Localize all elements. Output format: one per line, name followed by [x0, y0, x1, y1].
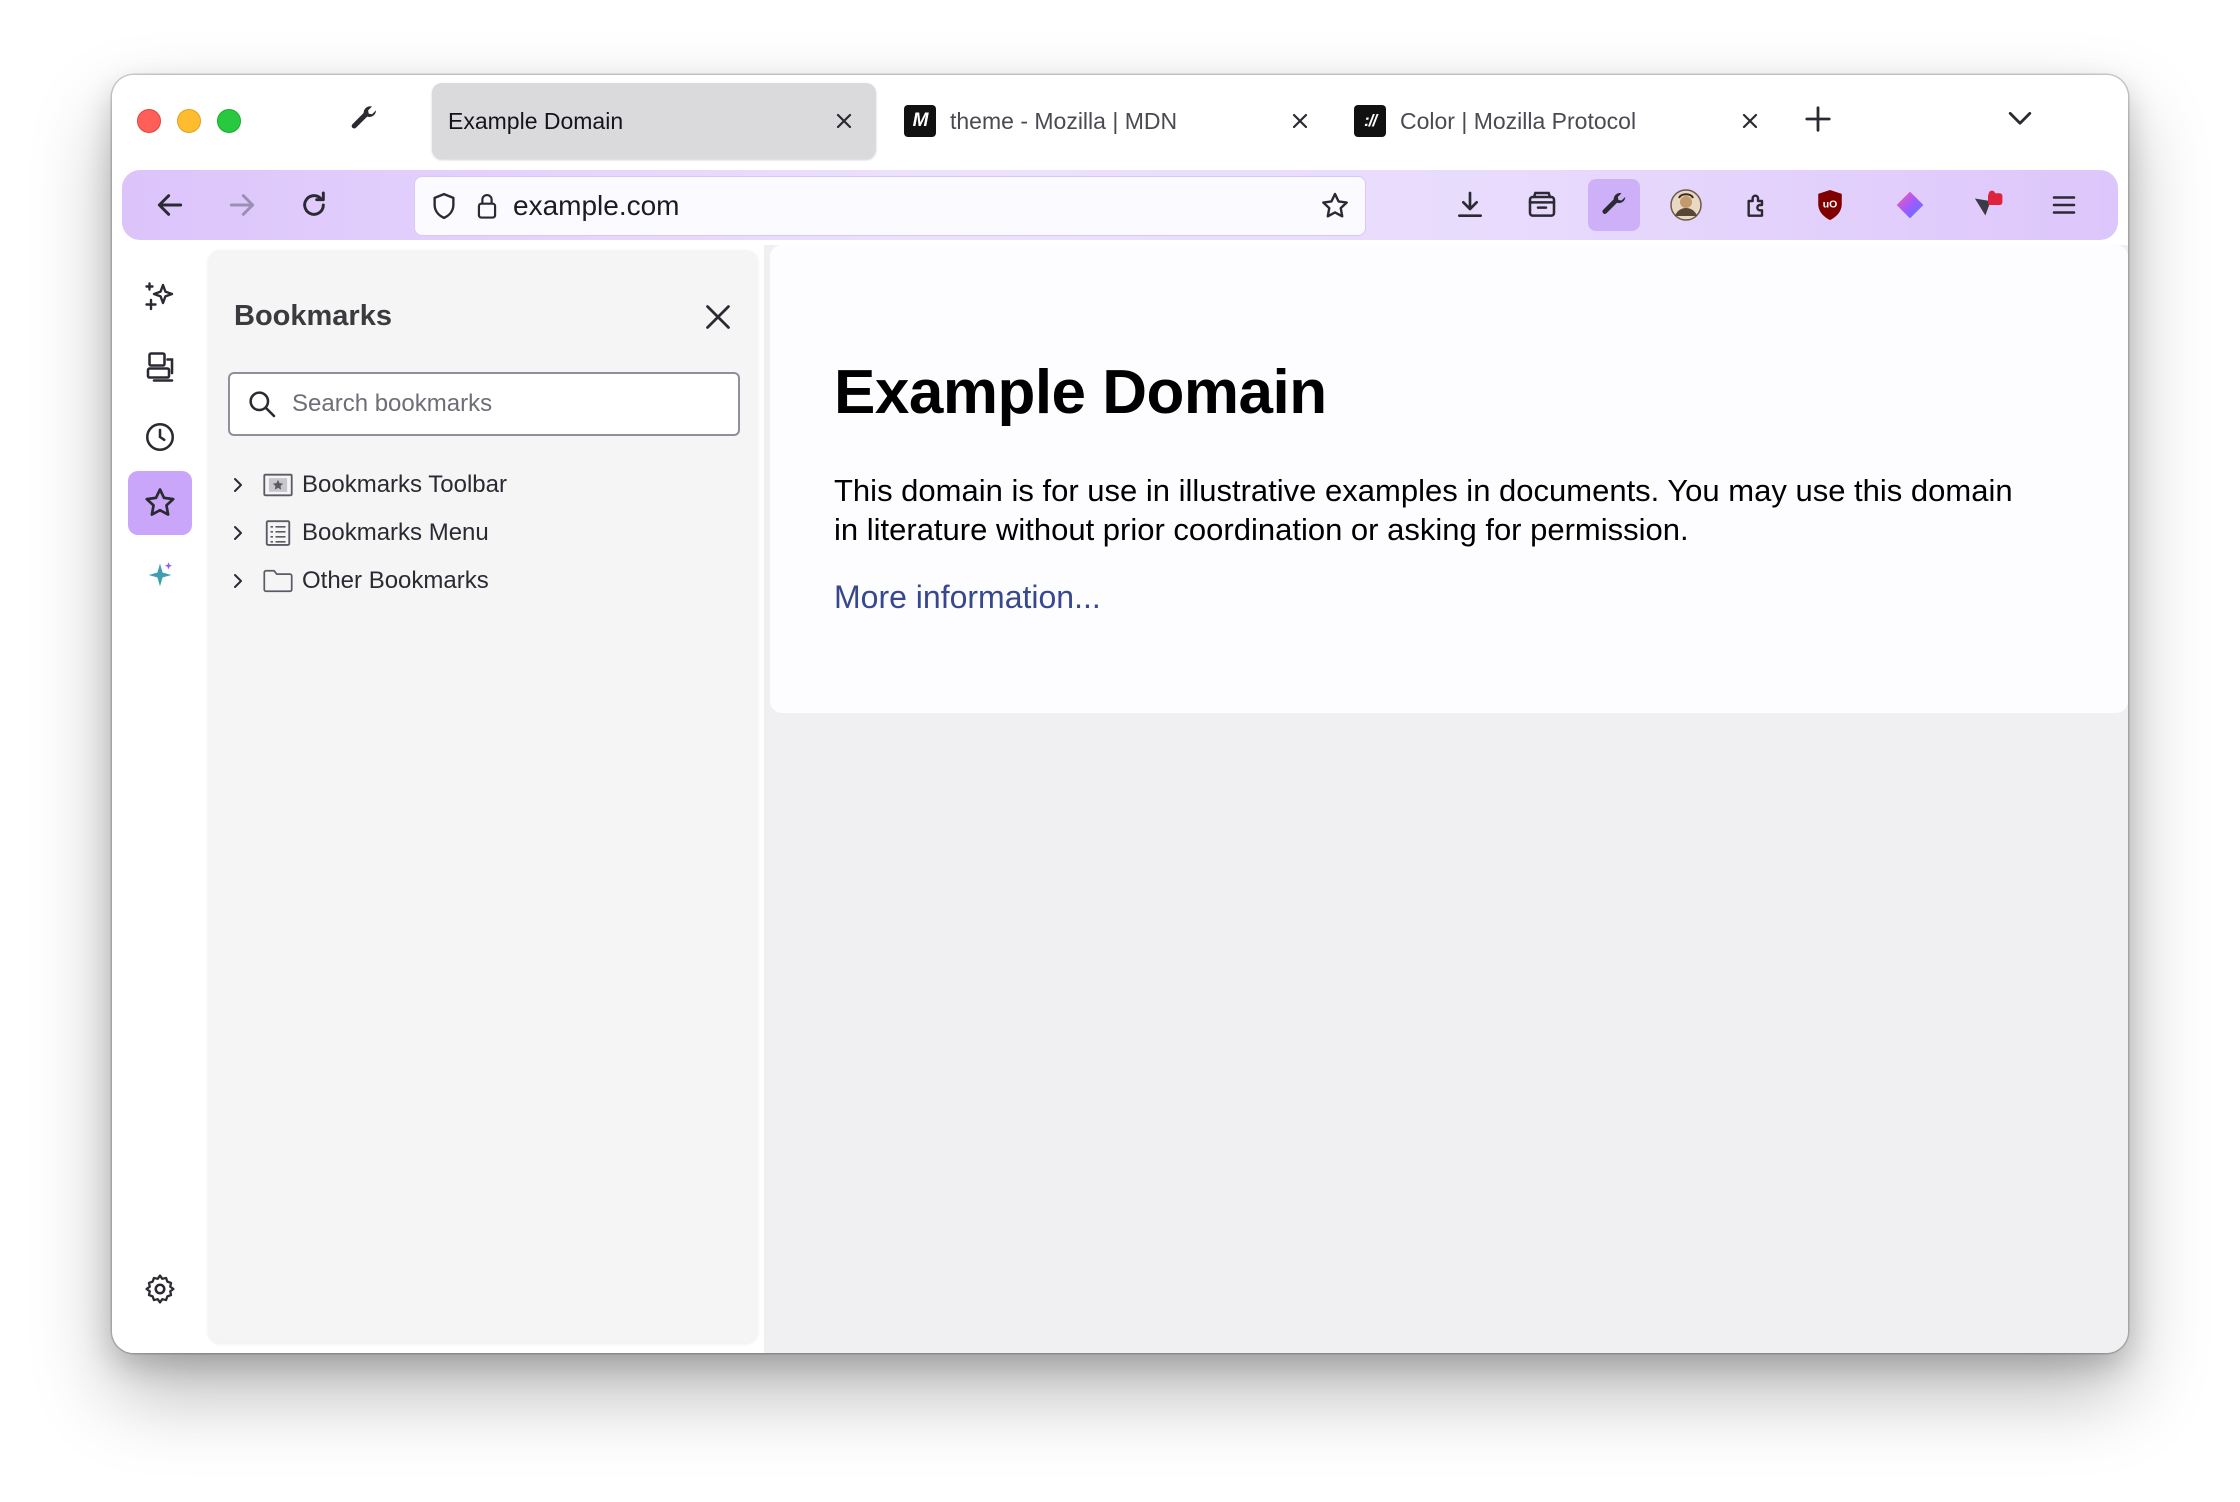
page-heading: Example Domain [834, 358, 1327, 427]
bookmark-folder-label: Bookmarks Toolbar [302, 471, 507, 498]
bookmarks-toolbar-icon [262, 471, 294, 499]
shield-icon[interactable] [429, 191, 459, 221]
search-input[interactable] [292, 390, 738, 418]
ublock-shield-icon[interactable]: uO [1804, 179, 1856, 231]
tab-mdn-theme[interactable]: M theme - Mozilla | MDN [888, 83, 1332, 159]
zoom-window-button[interactable] [217, 109, 241, 133]
close-tab-icon[interactable] [830, 107, 858, 135]
archive-box-icon[interactable] [1516, 179, 1568, 231]
chevron-right-icon[interactable] [226, 475, 250, 495]
close-icon[interactable] [696, 295, 740, 339]
bookmarks-sidebar-panel: Bookmarks Bookmarks Toolbar [208, 250, 758, 1343]
chevron-right-icon[interactable] [226, 571, 250, 591]
tab-example-domain[interactable]: Example Domain [432, 83, 876, 159]
content-area: Example Domain This domain is for use in… [764, 245, 2128, 1353]
hamburger-menu-icon[interactable] [2038, 179, 2090, 231]
tab-title: Example Domain [448, 107, 624, 134]
bookmark-folder-label: Other Bookmarks [302, 567, 489, 594]
svg-text:uO: uO [1823, 200, 1838, 211]
mdn-favicon: M [904, 105, 936, 137]
more-information-link[interactable]: More information... [834, 579, 1101, 616]
protocol-favicon: :// [1354, 105, 1386, 137]
account-avatar-icon[interactable] [1660, 179, 1712, 231]
gradient-diamond-icon[interactable] [1884, 179, 1936, 231]
close-tab-icon[interactable] [1286, 107, 1314, 135]
chevron-down-icon[interactable] [1994, 93, 2046, 145]
lock-icon[interactable] [473, 191, 501, 221]
tab-mozilla-protocol[interactable]: :// Color | Mozilla Protocol [1338, 83, 1782, 159]
plus-icon[interactable] [1792, 93, 1844, 145]
reload-icon[interactable] [288, 179, 340, 231]
web-page: Example Domain This domain is for use in… [770, 245, 2128, 713]
wrench-icon[interactable] [1588, 179, 1640, 231]
bookmarks-star-icon[interactable] [128, 471, 192, 535]
bookmark-folder-other[interactable]: Other Bookmarks [226, 559, 489, 603]
url-text[interactable]: example.com [513, 190, 1319, 222]
page-body-text: This domain is for use in illustrative e… [834, 473, 2013, 547]
sidebar-launcher [112, 245, 208, 1353]
navigation-toolbar: example.com uO [122, 170, 2118, 240]
synced-tabs-icon[interactable] [128, 335, 192, 399]
back-arrow-icon[interactable] [144, 179, 196, 231]
tab-strip: Example Domain M theme - Mozilla | MDN :… [112, 75, 2128, 165]
bookmarks-menu-icon [262, 518, 294, 548]
heart-notification-icon[interactable] [1962, 179, 2014, 231]
tab-title: theme - Mozilla | MDN [950, 107, 1178, 134]
bookmark-star-icon[interactable] [1319, 190, 1351, 222]
history-clock-icon[interactable] [128, 405, 192, 469]
downloads-icon[interactable] [1444, 179, 1496, 231]
gear-icon[interactable] [128, 1257, 192, 1321]
close-window-button[interactable] [137, 109, 161, 133]
panel-title: Bookmarks [234, 300, 392, 332]
tab-title: Color | Mozilla Protocol [1400, 107, 1637, 134]
chevron-right-icon[interactable] [226, 523, 250, 543]
browser-window: Example Domain M theme - Mozilla | MDN :… [112, 75, 2128, 1353]
extensions-puzzle-icon[interactable] [1732, 179, 1784, 231]
ai-chatbot-sparkle-icon[interactable] [128, 265, 192, 329]
bookmark-folder-menu[interactable]: Bookmarks Menu [226, 511, 489, 555]
address-bar[interactable]: example.com [414, 176, 1366, 236]
bookmarks-search-field[interactable] [228, 372, 740, 436]
bookmark-folder-toolbar[interactable]: Bookmarks Toolbar [226, 463, 507, 507]
bookmark-folder-label: Bookmarks Menu [302, 519, 489, 546]
wrench-icon[interactable] [338, 93, 390, 145]
forward-arrow-icon[interactable] [216, 179, 268, 231]
minimize-window-button[interactable] [177, 109, 201, 133]
folder-icon [262, 567, 294, 595]
close-tab-icon[interactable] [1736, 107, 1764, 135]
suggestions-sparkle-icon[interactable] [128, 543, 192, 607]
search-icon [246, 388, 278, 420]
